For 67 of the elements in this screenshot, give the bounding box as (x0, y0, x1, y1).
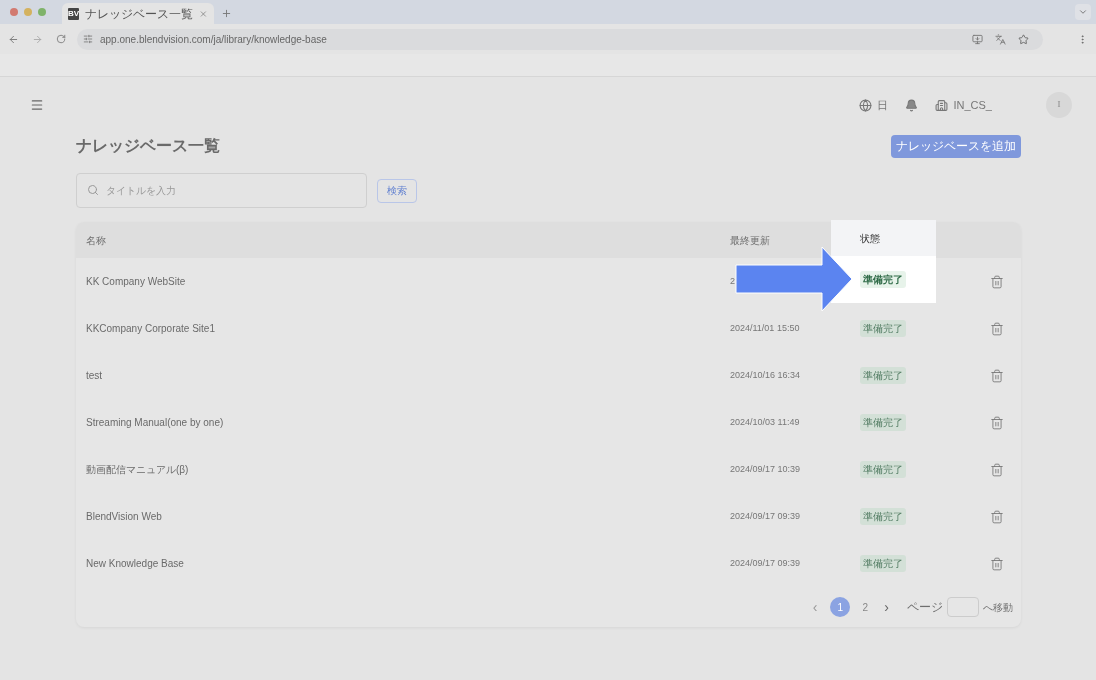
table-cell-text: 2024/09/17 09:39 (729, 556, 802, 570)
trash-icon[interactable] (990, 274, 1004, 289)
go-to-label: へ移動 (983, 600, 1013, 615)
address-bar[interactable]: app.one.blendvision.com/ja/library/knowledge-base (77, 28, 1043, 50)
back-icon[interactable] (8, 33, 19, 45)
building-icon[interactable] (935, 98, 949, 112)
bell-icon[interactable] (905, 98, 919, 112)
tab-title: ナレッジベース一覧 (85, 5, 194, 23)
trash-icon[interactable] (990, 462, 1004, 477)
search-field[interactable]: タイトルを入力 (76, 173, 367, 208)
column-header: 最終更新 (729, 233, 771, 248)
column-header: 名称 (85, 233, 107, 248)
table-cell-text: 2024/10/16 16:34 (729, 368, 802, 382)
table-cell-text: BlendVision Web (85, 510, 163, 524)
table-cell-text: Streaming Manual(one by one) (85, 416, 225, 430)
close-window-icon[interactable] (10, 8, 18, 16)
table-cell-text: 動画配信マニュアル(β) (85, 463, 190, 477)
status-badge: 準備完了 (860, 508, 906, 525)
status-badge: 準備完了 (860, 367, 906, 384)
browser-tab[interactable]: BV ナレッジベース一覧 (62, 3, 214, 24)
page-label: ページ (907, 599, 943, 616)
trash-icon[interactable] (990, 321, 1004, 336)
previous-page-button[interactable]: ‹ (812, 596, 818, 618)
table-cell-text: 2024/09/17 09:39 (729, 509, 802, 523)
menu-icon[interactable] (30, 98, 44, 112)
table-cell-text: KKCompany Corporate Site1 (85, 322, 216, 336)
language-label[interactable]: 日 (877, 96, 889, 114)
globe-icon[interactable] (859, 98, 873, 112)
search-button[interactable]: 検索 (377, 178, 417, 203)
trash-icon[interactable] (990, 368, 1004, 383)
site-favicon: BV (68, 7, 80, 20)
install-icon[interactable] (972, 33, 983, 45)
site-settings-icon[interactable] (83, 34, 93, 44)
organization-label[interactable]: IN_CS_ (953, 96, 992, 114)
table-cell-text: test (85, 369, 104, 383)
bookmark-star-icon[interactable] (1018, 33, 1029, 45)
table-cell-text: 2 (729, 274, 736, 288)
trash-icon[interactable] (990, 509, 1004, 524)
close-icon[interactable] (199, 8, 208, 19)
maximize-window-icon[interactable] (38, 8, 46, 16)
table-cell-text: 2024/09/17 10:39 (729, 462, 802, 476)
table-cell-text: KK Company WebSite (85, 275, 187, 289)
reload-icon[interactable] (56, 34, 66, 44)
forward-icon[interactable] (32, 33, 43, 45)
column-header: 状態 (831, 220, 936, 256)
search-icon (87, 184, 99, 196)
table-cell-text: 2024/11/01 15:50 (729, 321, 801, 335)
status-badge: 準備完了 (860, 270, 906, 288)
chevron-down-icon (1078, 7, 1088, 17)
url-text: app.one.blendvision.com/ja/library/knowledge-base (100, 32, 327, 47)
page-title: ナレッジベース一覧 (76, 136, 220, 156)
page-button[interactable]: 2 (855, 597, 876, 617)
add-knowledge-base-button[interactable]: ナレッジベースを追加 (891, 134, 1021, 158)
table-cell-text: 2024/10/03 11:49 (729, 415, 801, 429)
trash-icon[interactable] (990, 556, 1004, 571)
page-input[interactable] (947, 597, 979, 617)
status-badge: 準備完了 (860, 555, 906, 572)
status-badge: 準備完了 (860, 320, 906, 337)
status-badge: 準備完了 (860, 461, 906, 478)
tab-list-button[interactable] (1075, 4, 1091, 20)
trash-icon[interactable] (990, 415, 1004, 430)
translate-icon[interactable] (995, 33, 1006, 45)
page-button[interactable]: 1 (830, 597, 851, 617)
status-badge: 準備完了 (860, 414, 906, 431)
next-page-button[interactable]: › (884, 596, 889, 618)
new-tab-icon[interactable] (221, 8, 232, 19)
table-cell-text: New Knowledge Base (85, 557, 185, 571)
